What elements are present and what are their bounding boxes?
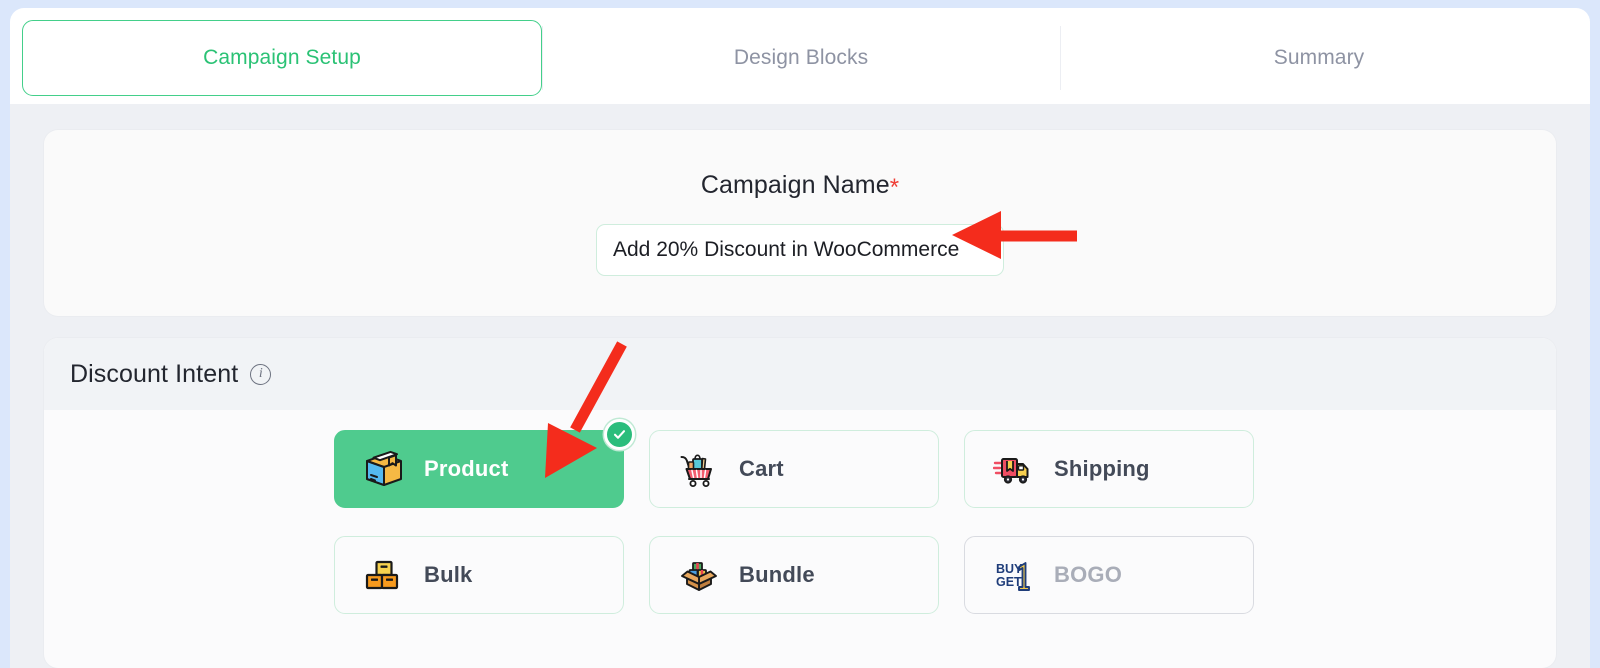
delivery-truck-icon	[992, 447, 1036, 491]
tab-design-blocks-label: Design Blocks	[733, 46, 869, 69]
campaign-name-label: Campaign Name*	[701, 171, 899, 202]
buy-one-get-one-icon: BUY GET	[992, 553, 1036, 597]
open-box-icon	[677, 553, 721, 597]
campaign-name-panel: Campaign Name*	[44, 130, 1556, 316]
discount-intent-panel: Discount Intent i Product Cart Shipping …	[44, 338, 1556, 668]
campaign-name-label-text: Campaign Name	[700, 170, 890, 199]
intent-option-cart-label: Cart	[739, 456, 784, 481]
required-asterisk: *	[889, 173, 900, 201]
intent-option-product[interactable]: Product	[334, 419, 635, 508]
shopping-cart-icon	[677, 447, 721, 491]
campaign-name-input[interactable]	[596, 223, 1004, 276]
discount-intent-title: Discount Intent	[70, 359, 239, 388]
wizard-tab-bar: Campaign Setup Design Blocks Summary	[22, 20, 1578, 96]
app-window: Campaign Setup Design Blocks Summary Cam…	[10, 8, 1590, 668]
tab-summary-label: Summary	[1273, 46, 1365, 69]
page-canvas: Campaign Name* Discount Intent i	[10, 104, 1590, 668]
intent-option-shipping[interactable]: Shipping	[964, 430, 1254, 508]
package-box-icon	[362, 447, 406, 491]
tab-campaign-setup[interactable]: Campaign Setup	[22, 20, 542, 96]
intent-option-bundle-label: Bundle	[739, 562, 815, 587]
discount-intent-header: Discount Intent i	[44, 338, 1556, 410]
tab-design-blocks[interactable]: Design Blocks	[542, 20, 1060, 96]
info-icon[interactable]: i	[250, 363, 272, 385]
intent-option-bulk-label: Bulk	[424, 562, 473, 587]
tab-campaign-setup-label: Campaign Setup	[203, 46, 361, 69]
intent-option-bundle[interactable]: Bundle	[649, 536, 939, 614]
tab-summary[interactable]: Summary	[1060, 20, 1578, 96]
stacked-boxes-icon	[362, 553, 406, 597]
intent-option-bulk[interactable]: Bulk	[334, 536, 624, 614]
intent-option-bogo-label: BOGO	[1054, 562, 1123, 587]
intent-option-bogo[interactable]: BUY GET BOGO	[964, 536, 1254, 614]
selected-check-icon	[604, 419, 635, 450]
intent-option-shipping-label: Shipping	[1054, 456, 1150, 481]
discount-intent-options: Product Cart Shipping Bulk Bundle BUY GE…	[334, 419, 1264, 614]
intent-option-product-label: Product	[424, 456, 509, 481]
intent-option-cart[interactable]: Cart	[649, 430, 939, 508]
